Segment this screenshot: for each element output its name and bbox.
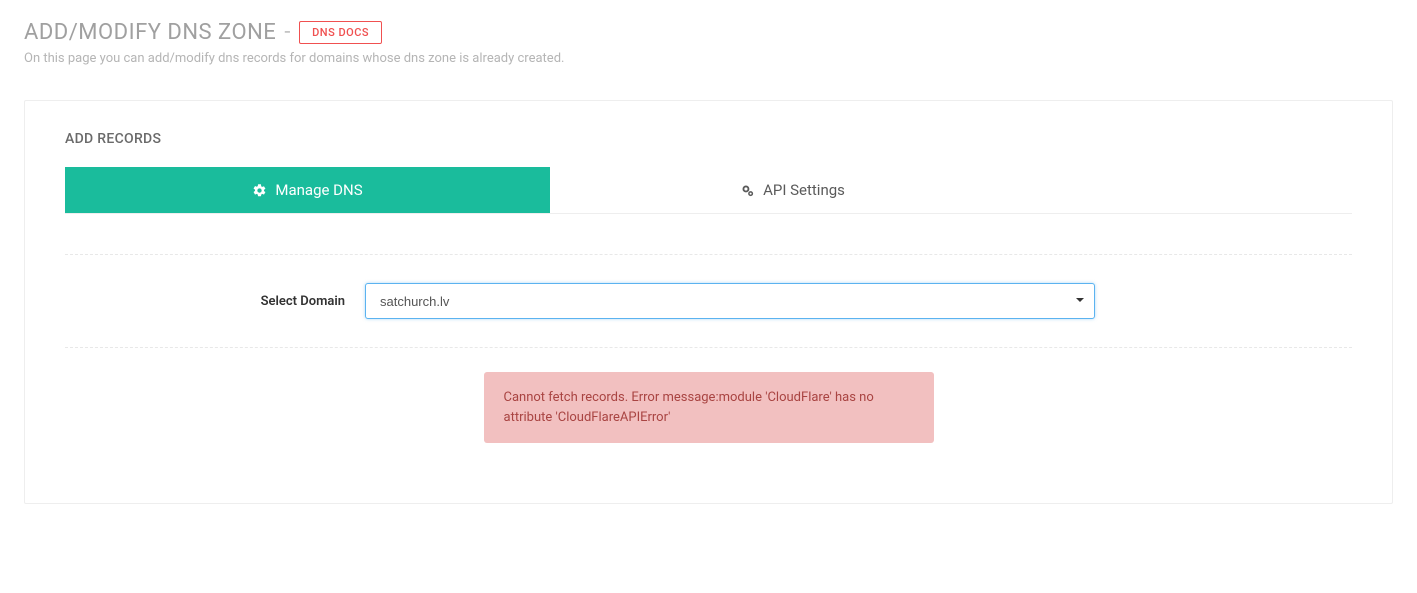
domain-control: satchurch.lv bbox=[365, 283, 1095, 319]
tab-manage-dns-label: Manage DNS bbox=[275, 181, 362, 199]
page-subtitle: On this page you can add/modify dns reco… bbox=[24, 51, 1393, 66]
domain-label: Select Domain bbox=[65, 294, 365, 309]
domain-form-row: Select Domain satchurch.lv bbox=[65, 283, 1352, 319]
domain-select[interactable]: satchurch.lv bbox=[365, 283, 1095, 319]
tab-manage-dns[interactable]: Manage DNS bbox=[65, 167, 550, 213]
dns-docs-button[interactable]: DNS DOCS bbox=[299, 21, 382, 44]
alert-area: Cannot fetch records. Error message:modu… bbox=[65, 372, 1352, 443]
tabs: Manage DNS API Settings bbox=[65, 167, 1352, 214]
gear-icon bbox=[252, 183, 267, 198]
page-title-row: ADD/MODIFY DNS ZONE - DNS DOCS bbox=[24, 20, 1393, 45]
title-separator: - bbox=[284, 20, 291, 45]
page-title: ADD/MODIFY DNS ZONE bbox=[24, 20, 276, 45]
tab-api-settings[interactable]: API Settings bbox=[550, 167, 1035, 213]
panel-inner: ADD RECORDS Manage DNS API Settings Sele… bbox=[25, 101, 1392, 503]
main-panel: ADD RECORDS Manage DNS API Settings Sele… bbox=[24, 100, 1393, 504]
page-header: ADD/MODIFY DNS ZONE - DNS DOCS On this p… bbox=[0, 0, 1417, 76]
form-area: Select Domain satchurch.lv bbox=[65, 254, 1352, 348]
gears-icon bbox=[740, 183, 755, 198]
section-title: ADD RECORDS bbox=[65, 131, 1352, 147]
domain-select-wrap: satchurch.lv bbox=[365, 283, 1095, 319]
error-alert: Cannot fetch records. Error message:modu… bbox=[484, 372, 934, 443]
tab-api-settings-label: API Settings bbox=[763, 181, 845, 199]
